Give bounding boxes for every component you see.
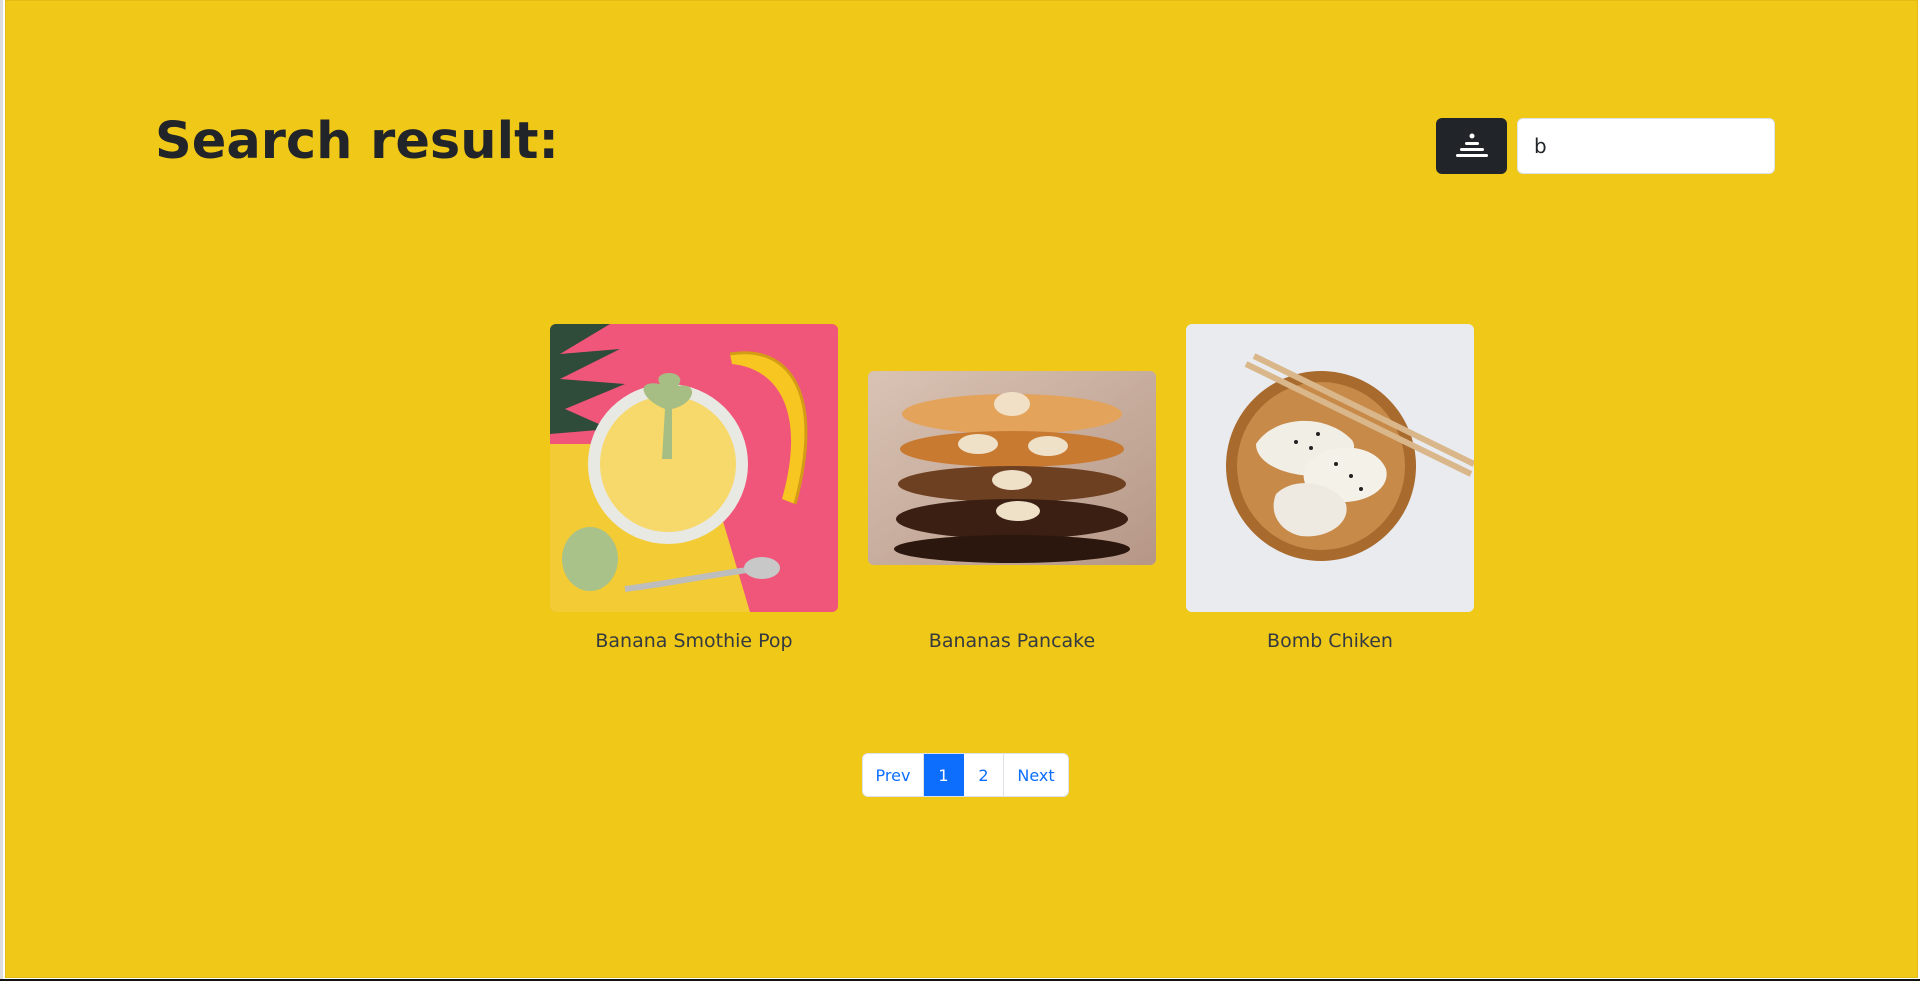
page-title: Search result: bbox=[155, 112, 559, 171]
browser-frame: Search result: b Banana Smothie Pop Bana… bbox=[0, 0, 1920, 984]
result-title[interactable]: Banana Smothie Pop bbox=[550, 630, 838, 652]
result-title[interactable]: Bananas Pancake bbox=[868, 630, 1156, 652]
filter-button[interactable] bbox=[1436, 118, 1507, 174]
page-background: Search result: b Banana Smothie Pop Bana… bbox=[5, 0, 1918, 978]
window-border-bottom bbox=[0, 979, 1920, 981]
result-card[interactable]: Bomb Chiken bbox=[1186, 324, 1474, 652]
pagination-page-2[interactable]: 2 bbox=[964, 754, 1004, 796]
pagination: Prev 1 2 Next bbox=[862, 753, 1069, 797]
banana-pancake-image[interactable] bbox=[868, 324, 1156, 612]
pagination-page-1[interactable]: 1 bbox=[924, 754, 964, 796]
result-card[interactable]: Banana Smothie Pop bbox=[550, 324, 838, 652]
result-title[interactable]: Bomb Chiken bbox=[1186, 630, 1474, 652]
result-card[interactable]: Bananas Pancake bbox=[868, 324, 1156, 652]
dumplings-image[interactable] bbox=[1186, 324, 1474, 612]
pagination-next[interactable]: Next bbox=[1004, 754, 1068, 796]
pagination-prev[interactable]: Prev bbox=[863, 754, 924, 796]
search-input[interactable] bbox=[1517, 118, 1775, 174]
banana-smoothie-image[interactable] bbox=[550, 324, 838, 612]
window-border-left bbox=[0, 0, 3, 981]
filter-icon bbox=[1456, 133, 1488, 157]
